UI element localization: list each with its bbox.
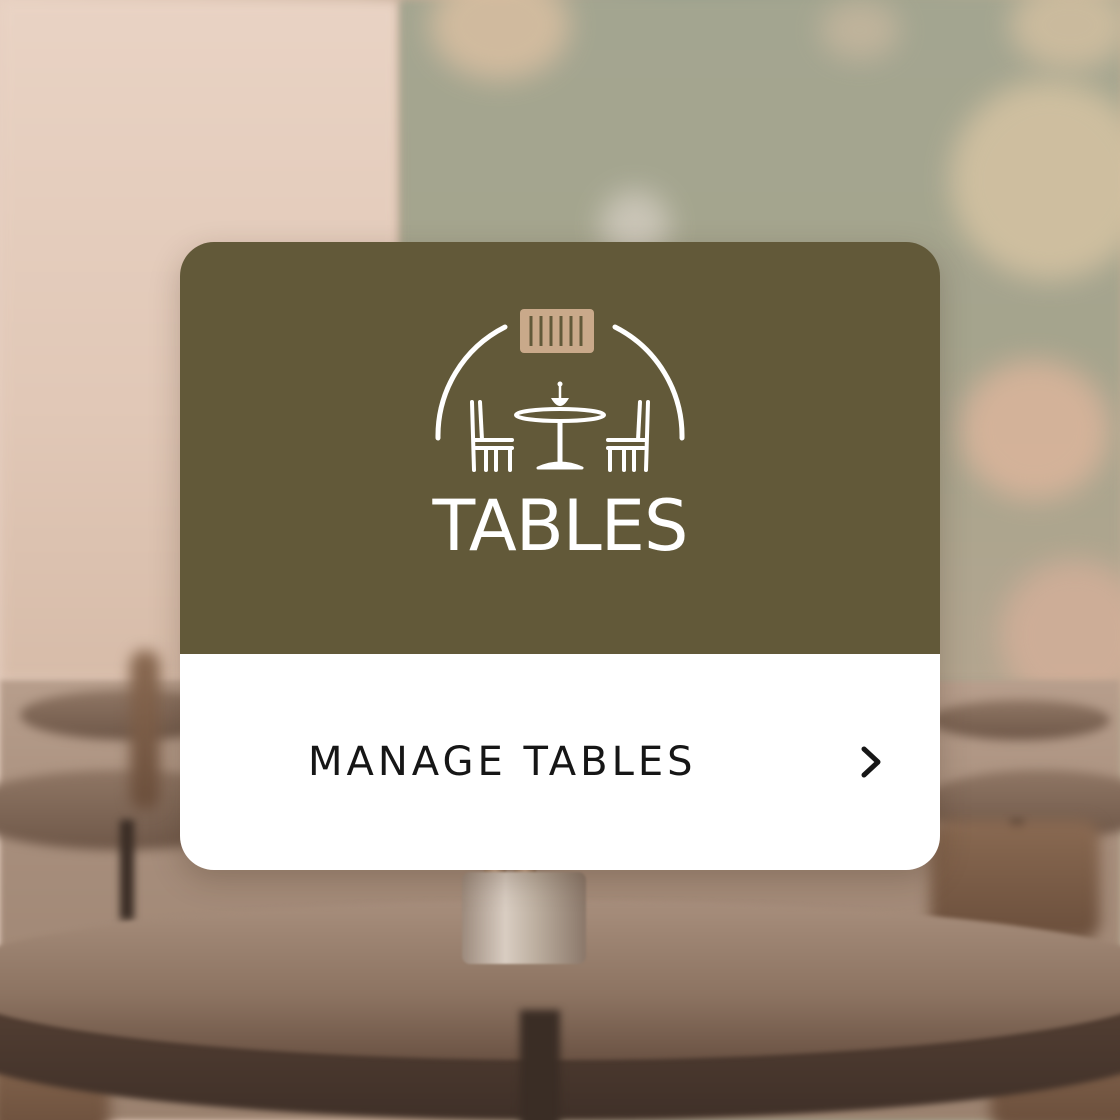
card-title: TABLES (432, 485, 689, 567)
bokeh-light (960, 360, 1110, 500)
chevron-right-icon (861, 746, 881, 778)
dining-table-chairs-icon (435, 309, 685, 472)
foreground-table-leg (520, 1010, 560, 1120)
manage-tables-label: MANAGE TABLES (308, 739, 697, 785)
bokeh-light (820, 0, 900, 60)
manage-tables-button[interactable]: MANAGE TABLES (180, 654, 940, 870)
background-table-leg (120, 820, 134, 920)
card-header: TABLES (180, 242, 940, 654)
tables-card[interactable]: TABLES MANAGE TABLES (180, 242, 940, 870)
background-chair (130, 650, 160, 810)
card-footer[interactable]: MANAGE TABLES (180, 654, 940, 870)
background-table (930, 700, 1110, 740)
sign-holder (462, 872, 586, 964)
